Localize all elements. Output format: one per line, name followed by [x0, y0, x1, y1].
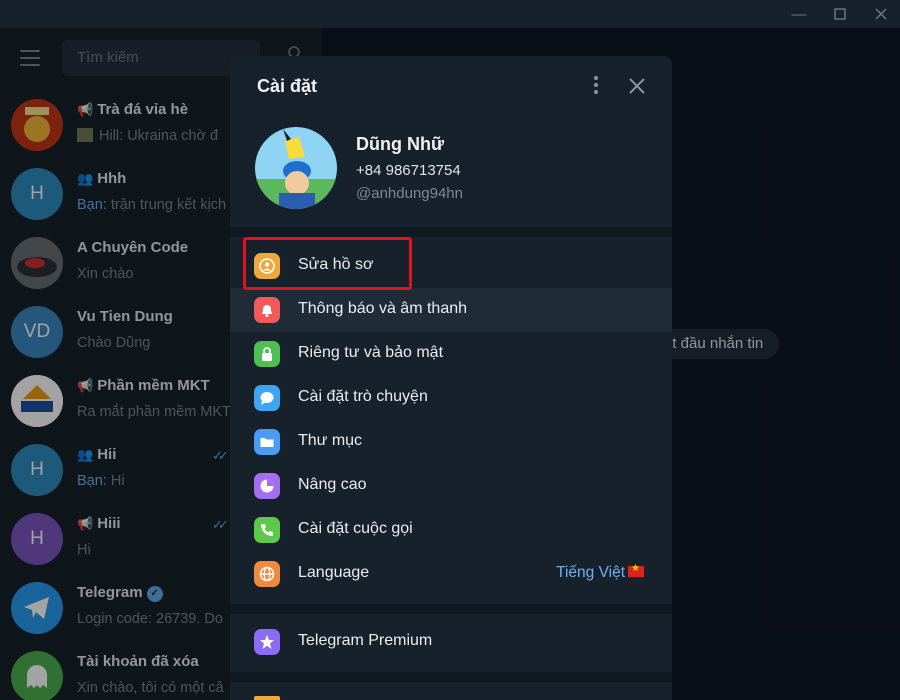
phone-icon — [254, 517, 280, 543]
highlight-annotation — [243, 237, 412, 290]
lock-icon — [254, 341, 280, 367]
profile-username: @anhdung94hn — [356, 185, 463, 202]
menu-notifications[interactable]: Thông báo và âm thanh — [230, 288, 672, 332]
menu-label: Language — [298, 564, 370, 581]
window-titlebar: — — [0, 0, 900, 28]
menu-language[interactable]: Language Tiếng Việt — [230, 552, 672, 596]
maximize-icon[interactable] — [825, 4, 855, 24]
menu-label: Nâng cao — [298, 476, 367, 493]
menu-privacy[interactable]: Riêng tư và bảo mật — [230, 332, 672, 376]
bell-icon — [254, 297, 280, 323]
menu-chat-settings[interactable]: Cài đặt trò chuyện — [230, 376, 672, 420]
divider — [230, 672, 672, 682]
menu-label: Cài đặt trò chuyện — [298, 388, 428, 405]
menu-label: Thư mục — [298, 432, 363, 449]
language-value: Tiếng Việt — [556, 563, 644, 582]
menu-call-settings[interactable]: Cài đặt cuộc gọi — [230, 508, 672, 552]
menu-label: Thông báo và âm thanh — [298, 300, 468, 317]
more-options-icon[interactable] — [586, 76, 606, 98]
avatar[interactable] — [255, 127, 337, 209]
folder-icon — [254, 429, 280, 455]
modal-title: Cài đặt — [257, 76, 318, 96]
minimize-icon[interactable]: — — [784, 4, 814, 24]
menu-label: Telegram Premium — [298, 632, 433, 649]
profile-phone: +84 986713754 — [356, 162, 461, 179]
profile-name: Dũng Nhữ — [356, 134, 445, 154]
vietnam-flag-icon — [628, 563, 644, 577]
chat-bubble-icon — [254, 385, 280, 411]
next-menu-icon — [254, 696, 280, 700]
close-icon[interactable] — [628, 72, 646, 102]
divider — [230, 227, 672, 237]
close-window-icon[interactable] — [866, 4, 896, 24]
menu-label: Cài đặt cuộc gọi — [298, 520, 413, 537]
settings-modal: Cài đặt Dũng Nhữ +84 986713754 @anhdung9… — [230, 56, 672, 700]
menu-label: Riêng tư và bảo mật — [298, 344, 444, 361]
star-icon — [254, 629, 280, 655]
globe-icon — [254, 561, 280, 587]
menu-telegram-premium[interactable]: Telegram Premium — [230, 620, 672, 664]
menu-advanced[interactable]: Nâng cao — [230, 464, 672, 508]
pie-chart-icon — [254, 473, 280, 499]
menu-folders[interactable]: Thư mục — [230, 420, 672, 464]
divider — [230, 604, 672, 614]
